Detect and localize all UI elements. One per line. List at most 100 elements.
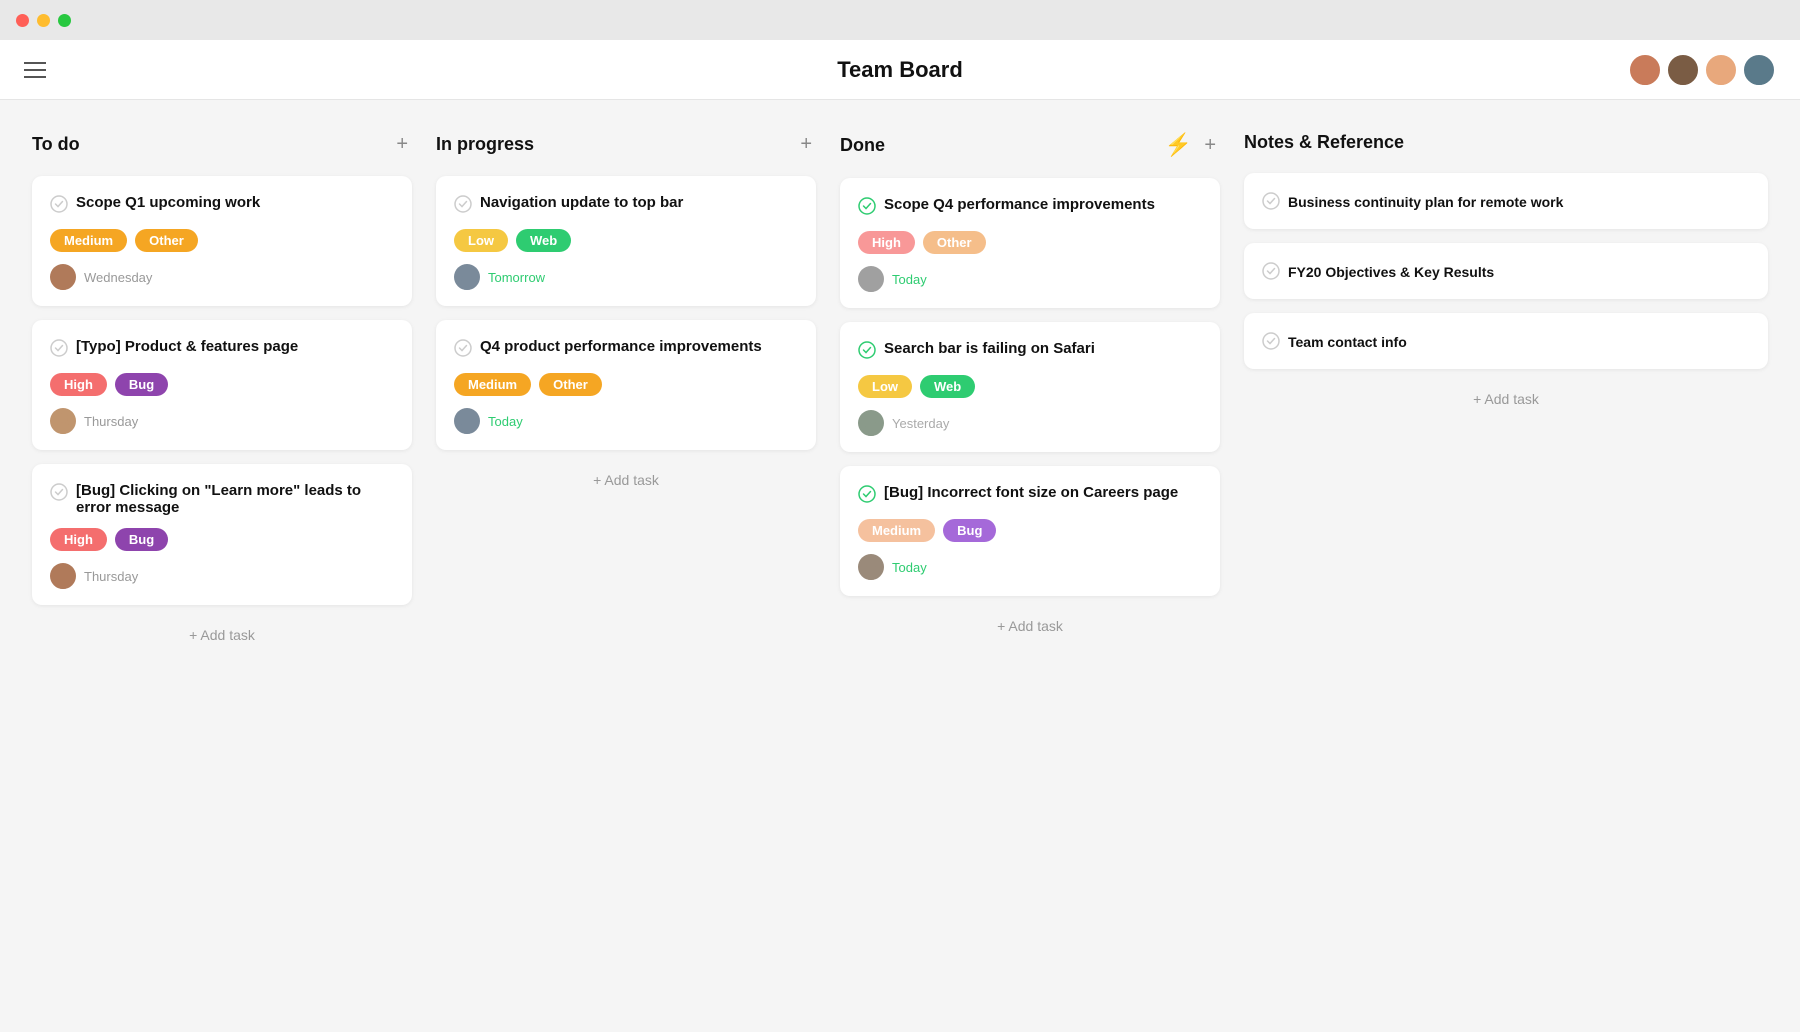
note-1-title: Business continuity plan for remote work bbox=[1262, 191, 1750, 213]
card-done-2-footer: Yesterday bbox=[858, 410, 1202, 436]
card-done-3-tags: Medium Bug bbox=[858, 519, 1202, 542]
column-done-title: Done bbox=[840, 135, 885, 156]
tag-bug-2: Bug bbox=[115, 528, 168, 551]
board: To do + Scope Q1 upcoming work Medium Ot… bbox=[32, 132, 1768, 651]
lightning-icon: ⚡ bbox=[1165, 132, 1192, 158]
card-todo-3-tags: High Bug bbox=[50, 528, 394, 551]
column-todo-actions: + bbox=[392, 132, 412, 156]
check-icon-todo-2 bbox=[50, 339, 68, 361]
date-prog-2: Today bbox=[488, 414, 523, 429]
card-prog-2-tags: Medium Other bbox=[454, 373, 798, 396]
avatar-3 bbox=[1704, 53, 1738, 87]
avatar-todo-1 bbox=[50, 264, 76, 290]
add-task-inprogress-button[interactable]: + Add task bbox=[436, 464, 816, 496]
note-3-title: Team contact info bbox=[1262, 331, 1750, 353]
date-prog-1: Tomorrow bbox=[488, 270, 545, 285]
check-icon-todo-1 bbox=[50, 195, 68, 217]
column-inprogress-title: In progress bbox=[436, 134, 534, 155]
add-task-todo-button[interactable]: + Add task bbox=[32, 619, 412, 651]
card-prog-1-tags: Low Web bbox=[454, 229, 798, 252]
header-avatars bbox=[1628, 53, 1776, 87]
avatar-1 bbox=[1628, 53, 1662, 87]
card-done-1-footer: Today bbox=[858, 266, 1202, 292]
tag-low-done: Low bbox=[858, 375, 912, 398]
check-icon-note-3 bbox=[1262, 332, 1280, 353]
check-icon-done-3 bbox=[858, 485, 876, 507]
note-2-title: FY20 Objectives & Key Results bbox=[1262, 261, 1750, 283]
tag-medium: Medium bbox=[50, 229, 127, 252]
card-prog-2-footer: Today bbox=[454, 408, 798, 434]
card-done-3: [Bug] Incorrect font size on Careers pag… bbox=[840, 466, 1220, 596]
add-done-button[interactable]: + bbox=[1200, 133, 1220, 157]
card-todo-1: Scope Q1 upcoming work Medium Other Wedn… bbox=[32, 176, 412, 306]
avatar-done-3 bbox=[858, 554, 884, 580]
column-notes: Notes & Reference Business continuity pl… bbox=[1244, 132, 1768, 415]
titlebar bbox=[0, 0, 1800, 40]
app-header: Team Board bbox=[0, 40, 1800, 100]
add-inprogress-button[interactable]: + bbox=[796, 132, 816, 156]
card-done-2-title: Search bar is failing on Safari bbox=[858, 340, 1202, 363]
card-todo-1-footer: Wednesday bbox=[50, 264, 394, 290]
column-todo: To do + Scope Q1 upcoming work Medium Ot… bbox=[32, 132, 412, 651]
check-icon-note-2 bbox=[1262, 262, 1280, 283]
card-done-3-title: [Bug] Incorrect font size on Careers pag… bbox=[858, 484, 1202, 507]
card-todo-1-tags: Medium Other bbox=[50, 229, 394, 252]
card-todo-2: [Typo] Product & features page High Bug … bbox=[32, 320, 412, 450]
avatar-prog-2 bbox=[454, 408, 480, 434]
avatar-done-2 bbox=[858, 410, 884, 436]
tag-other-2: Other bbox=[539, 373, 602, 396]
card-done-3-footer: Today bbox=[858, 554, 1202, 580]
column-inprogress: In progress + Navigation update to top b… bbox=[436, 132, 816, 496]
column-notes-header: Notes & Reference bbox=[1244, 132, 1768, 153]
hamburger-icon[interactable] bbox=[24, 62, 46, 78]
check-icon-prog-2 bbox=[454, 339, 472, 361]
card-todo-2-footer: Thursday bbox=[50, 408, 394, 434]
add-task-notes-button[interactable]: + Add task bbox=[1244, 383, 1768, 415]
note-3: Team contact info bbox=[1244, 313, 1768, 369]
avatar-todo-3 bbox=[50, 563, 76, 589]
avatar-done-1 bbox=[858, 266, 884, 292]
card-prog-1-footer: Tomorrow bbox=[454, 264, 798, 290]
card-done-2: Search bar is failing on Safari Low Web … bbox=[840, 322, 1220, 452]
tag-bug: Bug bbox=[115, 373, 168, 396]
tag-high: High bbox=[50, 373, 107, 396]
avatar-prog-1 bbox=[454, 264, 480, 290]
column-done: Done ⚡ + Scope Q4 performance improvemen… bbox=[840, 132, 1220, 642]
date-todo-1: Wednesday bbox=[84, 270, 152, 285]
dot-yellow[interactable] bbox=[37, 14, 50, 27]
column-inprogress-header: In progress + bbox=[436, 132, 816, 156]
check-icon-prog-1 bbox=[454, 195, 472, 217]
add-todo-button[interactable]: + bbox=[392, 132, 412, 156]
card-prog-2: Q4 product performance improvements Medi… bbox=[436, 320, 816, 450]
card-todo-2-tags: High Bug bbox=[50, 373, 394, 396]
card-prog-2-title: Q4 product performance improvements bbox=[454, 338, 798, 361]
tag-web-done: Web bbox=[920, 375, 975, 398]
dot-green[interactable] bbox=[58, 14, 71, 27]
column-notes-title: Notes & Reference bbox=[1244, 132, 1404, 153]
date-todo-3: Thursday bbox=[84, 569, 138, 584]
avatar-2 bbox=[1666, 53, 1700, 87]
tag-other-done: Other bbox=[923, 231, 986, 254]
tag-high-done: High bbox=[858, 231, 915, 254]
column-inprogress-actions: + bbox=[796, 132, 816, 156]
date-done-3: Today bbox=[892, 560, 927, 575]
date-done-2: Yesterday bbox=[892, 416, 949, 431]
tag-web: Web bbox=[516, 229, 571, 252]
date-todo-2: Thursday bbox=[84, 414, 138, 429]
tag-high-2: High bbox=[50, 528, 107, 551]
dot-red[interactable] bbox=[16, 14, 29, 27]
add-task-done-button[interactable]: + Add task bbox=[840, 610, 1220, 642]
check-icon-done-2 bbox=[858, 341, 876, 363]
card-done-1-tags: High Other bbox=[858, 231, 1202, 254]
card-todo-2-title: [Typo] Product & features page bbox=[50, 338, 394, 361]
column-todo-header: To do + bbox=[32, 132, 412, 156]
board-wrapper: To do + Scope Q1 upcoming work Medium Ot… bbox=[0, 100, 1800, 1032]
card-done-2-tags: Low Web bbox=[858, 375, 1202, 398]
card-todo-1-title: Scope Q1 upcoming work bbox=[50, 194, 394, 217]
tag-medium-2: Medium bbox=[454, 373, 531, 396]
card-todo-3-title: [Bug] Clicking on "Learn more" leads to … bbox=[50, 482, 394, 516]
card-todo-3: [Bug] Clicking on "Learn more" leads to … bbox=[32, 464, 412, 605]
card-done-1: Scope Q4 performance improvements High O… bbox=[840, 178, 1220, 308]
date-done-1: Today bbox=[892, 272, 927, 287]
note-1: Business continuity plan for remote work bbox=[1244, 173, 1768, 229]
